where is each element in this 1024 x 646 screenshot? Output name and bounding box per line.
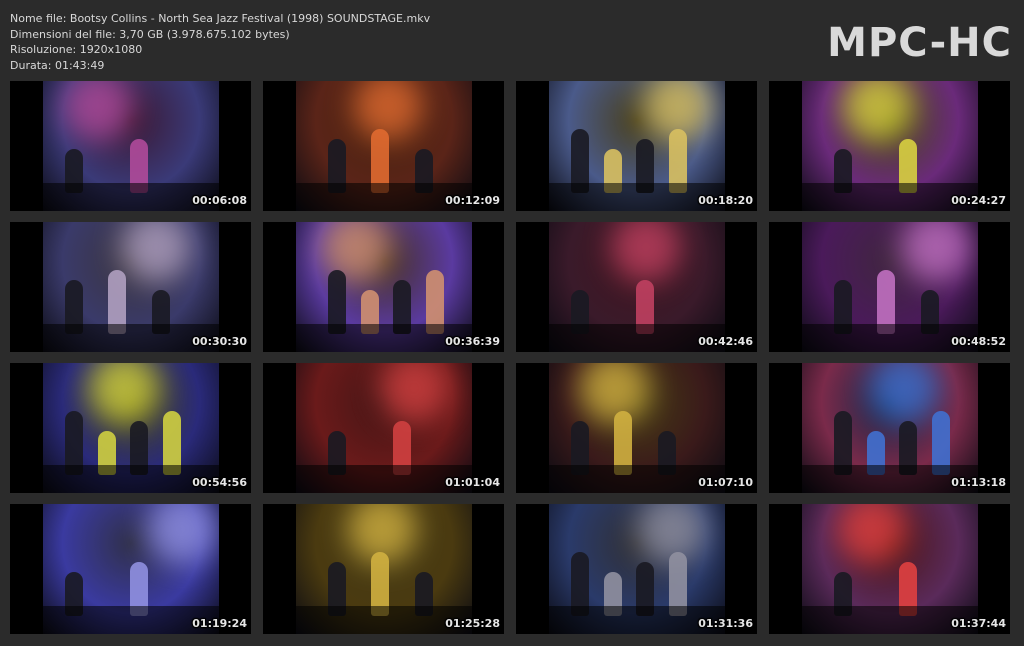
thumbnail: 00:54:56 (10, 363, 251, 493)
thumbnail-image (296, 222, 472, 352)
thumbnail: 01:37:44 (769, 504, 1010, 634)
thumbnail-image (296, 81, 472, 211)
thumbnail-image (296, 504, 472, 634)
stage-light (379, 363, 449, 423)
thumbnail-image (43, 222, 219, 352)
timestamp: 01:37:44 (951, 617, 1006, 630)
stage-light (63, 81, 133, 141)
thumbnail: 00:48:52 (769, 222, 1010, 352)
thumbnail-image (549, 222, 725, 352)
timestamp: 00:30:30 (192, 335, 247, 348)
stage-light (843, 81, 913, 141)
thumbnail-image (296, 363, 472, 493)
thumbnail-image (549, 363, 725, 493)
stage-light (611, 222, 681, 282)
stage-light (121, 222, 191, 282)
timestamp: 01:31:36 (698, 617, 753, 630)
stage-light (89, 363, 159, 423)
timestamp: 00:06:08 (192, 194, 247, 207)
stage-light (869, 363, 939, 423)
thumbnail-image (802, 363, 978, 493)
thumbnail-image (549, 504, 725, 634)
stage-light (353, 81, 423, 141)
thumbnail: 01:07:10 (516, 363, 757, 493)
thumbnail: 00:42:46 (516, 222, 757, 352)
thumbnail: 00:06:08 (10, 81, 251, 211)
file-info: Nome file: Bootsy Collins - North Sea Ja… (10, 11, 430, 73)
thumbnail: 00:12:09 (263, 81, 504, 211)
mpc-hc-logo: MPC-HC (827, 20, 1012, 66)
thumbnail: 01:19:24 (10, 504, 251, 634)
stage-light (837, 504, 907, 564)
timestamp: 01:25:28 (445, 617, 500, 630)
duration: Durata: 01:43:49 (10, 58, 105, 72)
thumbnail: 01:13:18 (769, 363, 1010, 493)
thumbnail: 01:01:04 (263, 363, 504, 493)
timestamp: 00:18:20 (698, 194, 753, 207)
file-size: Dimensioni del file: 3,70 GB (3.978.675.… (10, 27, 290, 41)
thumbnail: 00:30:30 (10, 222, 251, 352)
stage-light (579, 363, 649, 423)
timestamp: 00:42:46 (698, 335, 753, 348)
timestamp: 01:13:18 (951, 476, 1006, 489)
stage-light (147, 504, 217, 564)
thumbnail: 00:24:27 (769, 81, 1010, 211)
file-name: Nome file: Bootsy Collins - North Sea Ja… (10, 12, 431, 25)
thumbnail-image (549, 81, 725, 211)
thumbnail-image (43, 504, 219, 634)
thumbnail-image (802, 504, 978, 634)
thumbnail-image (43, 81, 219, 211)
thumbnail: 00:18:20 (516, 81, 757, 211)
timestamp: 01:01:04 (445, 476, 500, 489)
thumbnail: 01:25:28 (263, 504, 504, 634)
timestamp: 00:36:39 (445, 335, 500, 348)
thumbnail: 01:31:36 (516, 504, 757, 634)
timestamp: 01:07:10 (698, 476, 753, 489)
thumbnail-image (802, 81, 978, 211)
timestamp: 00:24:27 (951, 194, 1006, 207)
timestamp: 00:48:52 (951, 335, 1006, 348)
timestamp: 01:19:24 (192, 617, 247, 630)
thumbnail: 00:36:39 (263, 222, 504, 352)
timestamp: 00:54:56 (192, 476, 247, 489)
thumbnail-grid: 00:06:08 00:12:09 00:18:20 00:24:27 00:30:30… (10, 81, 1010, 634)
resolution: Risoluzione: 1920x1080 (10, 43, 143, 56)
stage-light (901, 222, 971, 282)
timestamp: 00:12:09 (445, 194, 500, 207)
thumbnail-image (43, 363, 219, 493)
thumbnail-image (802, 222, 978, 352)
